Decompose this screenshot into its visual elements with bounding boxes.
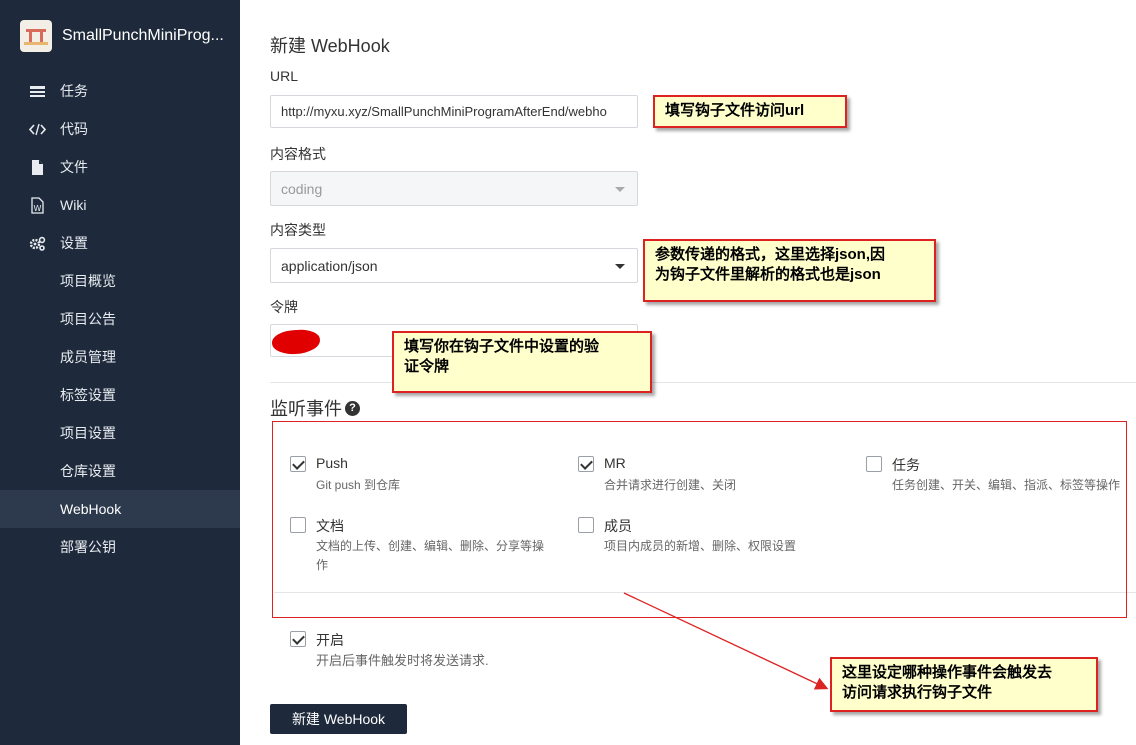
sidebar-item-label: 任务 [60,83,88,99]
type-label: 内容类型 [270,222,326,238]
annotation-text: 访问请求执行钩子文件 [842,684,993,701]
sidebar-item-webhook[interactable]: WebHook [0,490,240,528]
events-title-text: 监听事件 [270,399,342,419]
sidebar-item-label: 仓库设置 [60,463,116,479]
annotation-text: 填写你在钩子文件中设置的验 [404,338,600,355]
annotation-text: 参数传递的格式，这里选择json,因 [655,246,886,263]
sidebar-item-label: 代码 [60,121,88,137]
chevron-down-icon [615,187,625,192]
sidebar: SmallPunchMiniProg... 任务 代码 文件 W Wiki 设置… [0,0,240,745]
wiki-icon: W [31,197,44,214]
annotation-events: 这里设定哪种操作事件会触发去 访问请求执行钩子文件 [830,657,1098,712]
chevron-down-icon [615,264,625,269]
task-icon [30,86,45,97]
sidebar-item-announcement[interactable]: 项目公告 [0,300,240,338]
project-logo [20,20,52,52]
annotation-url: 填写钩子文件访问url [653,95,847,128]
token-label: 令牌 [270,299,298,315]
sidebar-item-label: Wiki [60,197,87,213]
annotation-content-type: 参数传递的格式，这里选择json,因 为钩子文件里解析的格式也是json [643,239,936,302]
project-header[interactable]: SmallPunchMiniProg... [20,20,227,52]
sidebar-item-code[interactable]: 代码 [0,110,240,148]
help-icon[interactable]: ? [345,400,360,416]
annotation-text: 填写钩子文件访问url [665,102,805,119]
format-label: 内容格式 [270,146,326,162]
sidebar-item-label: 文件 [60,159,88,175]
sidebar-item-label: 标签设置 [60,387,116,403]
url-input[interactable]: http://myxu.xyz/SmallPunchMiniProgramAft… [270,95,638,128]
sidebar-item-deploy-keys[interactable]: 部署公钥 [0,528,240,566]
sidebar-item-label: WebHook [60,501,122,517]
create-webhook-button[interactable]: 新建 WebHook [270,704,407,734]
sidebar-item-label: 项目公告 [60,311,116,327]
sidebar-item-overview[interactable]: 项目概览 [0,262,240,300]
events-title: 监听事件 ? [270,395,360,421]
annotation-token: 填写你在钩子文件中设置的验 证令牌 [392,331,652,393]
format-select-value: coding [281,180,323,197]
sidebar-item-wiki[interactable]: W Wiki [0,186,240,224]
sidebar-item-label: 部署公钥 [60,539,116,555]
enable-checkbox[interactable] [290,631,306,647]
content-type-value: application/json [281,257,378,274]
sidebar-item-tasks[interactable]: 任务 [0,72,240,110]
file-icon [32,160,43,175]
annotation-text: 为钩子文件里解析的格式也是json [655,266,881,283]
sidebar-item-members[interactable]: 成员管理 [0,338,240,376]
annotation-events-box [272,421,1127,618]
format-select: coding [270,171,638,206]
gear-icon [29,236,46,251]
sidebar-item-labels[interactable]: 标签设置 [0,376,240,414]
page-title: 新建 WebHook [270,36,390,56]
sidebar-item-repo-settings[interactable]: 仓库设置 [0,452,240,490]
code-icon [29,123,46,136]
sidebar-item-project-settings[interactable]: 项目设置 [0,414,240,452]
svg-text:W: W [34,204,42,213]
content-type-select[interactable]: application/json [270,248,638,283]
sidebar-item-label: 项目概览 [60,273,116,289]
sidebar-item-label: 成员管理 [60,349,116,365]
annotation-text: 证令牌 [404,358,450,375]
enable-desc: 开启后事件触发时将发送请求. [316,653,489,668]
enable-title: 开启 [316,632,344,648]
sidebar-item-label: 设置 [60,235,88,251]
sidebar-item-label: 项目设置 [60,425,116,441]
url-label: URL [270,68,299,84]
annotation-text: 这里设定哪种操作事件会触发去 [842,664,1053,681]
sidebar-item-settings[interactable]: 设置 [0,224,240,262]
project-name: SmallPunchMiniProg... [62,27,224,44]
sidebar-item-files[interactable]: 文件 [0,148,240,186]
